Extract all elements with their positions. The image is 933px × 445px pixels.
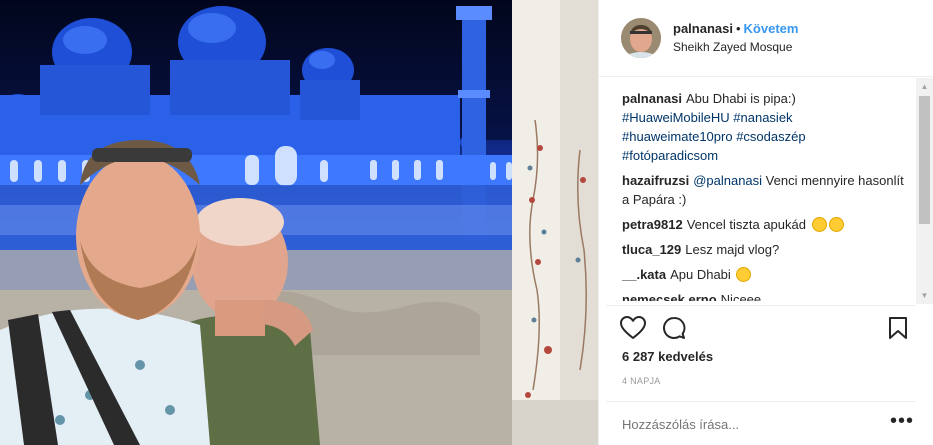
header-username[interactable]: palnanasi [673, 21, 733, 36]
avatar[interactable] [621, 18, 661, 58]
hashtag-link[interactable]: #fotóparadicsom [622, 148, 718, 163]
header-text: palnanasi • Követem Sheikh Zayed Mosque [673, 20, 798, 56]
scroll-up-arrow-icon[interactable]: ▲ [916, 78, 933, 95]
likes-count[interactable]: 6 287 kedvelés [622, 349, 713, 364]
instagram-post: palnanasi • Követem Sheikh Zayed Mosque pa… [0, 0, 933, 445]
hashtag-link[interactable]: #HuaweiMobileHU [622, 110, 730, 125]
comment-username[interactable]: hazaifruzsi [622, 173, 689, 188]
follow-button[interactable]: Követem [744, 21, 799, 36]
caption-username[interactable]: palnanasi [622, 91, 682, 106]
bookmark-icon[interactable] [888, 316, 908, 343]
action-bar [620, 316, 912, 340]
comment-text: Niceee [720, 292, 762, 301]
hashtag-link[interactable]: #csodaszép [736, 129, 805, 144]
comment-username[interactable]: petra9812 [622, 217, 683, 232]
comment-username[interactable]: tluca_129 [622, 242, 681, 257]
more-options-icon[interactable]: ••• [890, 410, 914, 433]
comment-username[interactable]: __.kata [622, 267, 666, 282]
divider [606, 305, 916, 306]
mention-link[interactable]: @palnanasi [693, 173, 762, 188]
comment-item: __.kata Apu Dhabi [622, 265, 910, 284]
comments-scrollbar[interactable]: ▲ ▼ [916, 78, 933, 304]
hashtag-link[interactable]: #nanasiek [733, 110, 792, 125]
avatar-image [621, 18, 661, 58]
hashtag-link[interactable]: #huaweimate10pro [622, 129, 733, 144]
post-photo[interactable] [0, 0, 598, 445]
divider [606, 401, 916, 402]
post-age[interactable]: 4 NAPJA [622, 376, 661, 386]
comment-text: Lesz majd vlog? [685, 242, 780, 257]
caption-text: Abu Dhabi is pipa:) [685, 91, 796, 106]
header-user-line: palnanasi • Követem [673, 20, 798, 38]
people-selfie [0, 140, 320, 445]
astonished-face-emoji-icon [811, 217, 827, 232]
comment-icon[interactable] [662, 316, 686, 343]
heart-icon[interactable] [620, 316, 646, 343]
add-comment-input[interactable] [622, 414, 884, 434]
location-link[interactable]: Sheikh Zayed Mosque [673, 38, 798, 56]
scroll-down-arrow-icon[interactable]: ▼ [916, 287, 933, 304]
comment-item: petra9812 Vencel tiszta apukád [622, 215, 910, 234]
comments-list: palnanasi Abu Dhabi is pipa:) #HuaweiMobi… [622, 89, 910, 301]
comment-text: Apu Dhabi [670, 267, 731, 282]
separator-dot: • [735, 21, 741, 36]
comment-item: nemecsek.erno Niceee [622, 290, 910, 301]
comment-item: hazaifruzsi @palnanasi Venci mennyire has… [622, 171, 910, 209]
post-header: palnanasi • Követem Sheikh Zayed Mosque [599, 0, 933, 77]
comment-item: tluca_129 Lesz majd vlog? [622, 240, 910, 259]
scrollbar-thumb[interactable] [919, 96, 930, 224]
smiling-face-emoji-icon [828, 217, 844, 232]
comment-username[interactable]: nemecsek.erno [622, 292, 717, 301]
caption: palnanasi Abu Dhabi is pipa:) #HuaweiMobi… [622, 89, 910, 165]
grinning-face-emoji-icon [736, 267, 752, 282]
comment-text: Vencel tiszta apukád [686, 217, 806, 232]
